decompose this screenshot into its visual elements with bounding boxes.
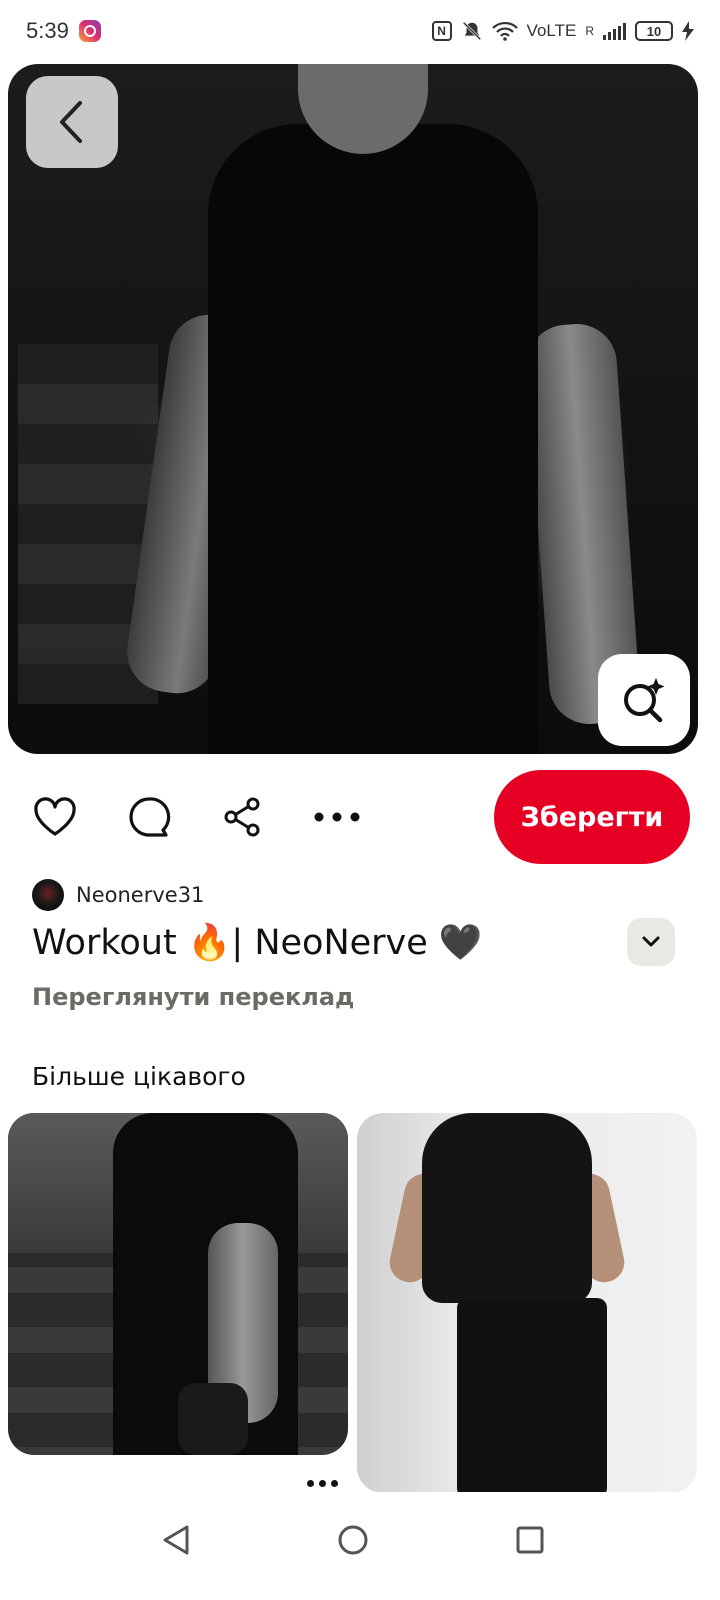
square-recents-icon bbox=[516, 1526, 544, 1554]
instagram-icon bbox=[78, 20, 101, 42]
black-tshirt bbox=[208, 124, 538, 754]
status-bar: 5:39 N VoLTE R 10 bbox=[0, 0, 720, 62]
author-name[interactable]: Neonerve31 bbox=[76, 883, 204, 907]
triangle-back-icon bbox=[163, 1525, 189, 1555]
related-pin-card[interactable] bbox=[8, 1113, 348, 1455]
status-right: N VoLTE R 10 bbox=[431, 20, 694, 42]
visual-search-button[interactable] bbox=[598, 654, 690, 746]
actions-row: Зберегти bbox=[0, 770, 720, 864]
nav-home-button[interactable] bbox=[323, 1510, 383, 1570]
network-label: VoLTE bbox=[526, 21, 577, 40]
glove bbox=[178, 1383, 248, 1455]
save-button[interactable]: Зберегти bbox=[494, 770, 690, 864]
signal-icon bbox=[603, 22, 626, 40]
chevron-left-icon bbox=[60, 101, 82, 143]
charging-icon bbox=[682, 21, 694, 41]
translate-link[interactable]: Переглянути переклад bbox=[32, 983, 354, 1011]
black-tshirt bbox=[422, 1113, 592, 1303]
nav-back-button[interactable] bbox=[146, 1510, 206, 1570]
lens-sparkle-icon bbox=[624, 678, 665, 723]
chevron-down-icon bbox=[642, 936, 660, 947]
circle-home-icon bbox=[338, 1525, 368, 1555]
author-row[interactable]: Neonerve31 bbox=[32, 878, 204, 912]
nfc-icon: N bbox=[431, 21, 452, 41]
status-time: 5:39 bbox=[26, 18, 69, 43]
nav-recents-button[interactable] bbox=[500, 1510, 560, 1570]
battery-icon: 10 bbox=[635, 21, 673, 41]
bell-off-icon bbox=[462, 21, 481, 41]
expand-description-button[interactable] bbox=[627, 918, 675, 966]
related-pin-card[interactable] bbox=[357, 1113, 697, 1493]
roaming-label: R bbox=[585, 24, 594, 38]
status-left: 5:39 bbox=[26, 18, 101, 44]
more-dots-icon bbox=[314, 812, 360, 822]
system-nav-bar bbox=[0, 1492, 720, 1600]
share-button[interactable] bbox=[214, 789, 270, 845]
pin-title: Workout 🔥| NeoNerve 🖤 bbox=[32, 923, 483, 963]
wifi-icon bbox=[491, 21, 518, 41]
comment-button[interactable] bbox=[121, 789, 177, 845]
heart-icon bbox=[34, 797, 76, 836]
more-options-button[interactable] bbox=[309, 789, 365, 845]
back-button[interactable] bbox=[26, 76, 118, 168]
more-ideas-heading: Більше цікавого bbox=[32, 1062, 246, 1091]
avatar[interactable] bbox=[32, 879, 64, 911]
comment-bubble-icon bbox=[129, 797, 171, 837]
black-pants bbox=[457, 1298, 607, 1493]
like-button[interactable] bbox=[27, 789, 83, 845]
share-icon bbox=[224, 797, 260, 837]
pin-image[interactable] bbox=[8, 64, 698, 754]
